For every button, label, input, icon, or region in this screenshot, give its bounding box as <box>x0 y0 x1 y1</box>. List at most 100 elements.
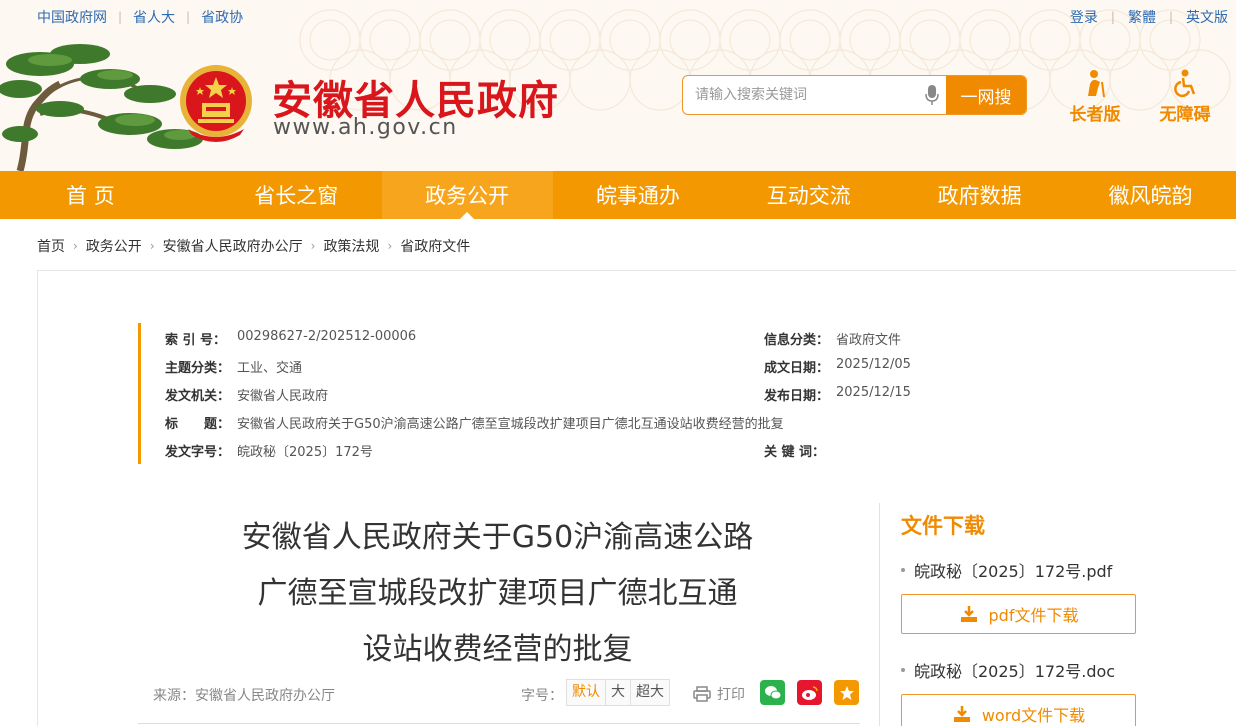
meta-value: 2025/12/05 <box>836 357 911 372</box>
sidebar-divider <box>879 503 880 726</box>
downloads-title: 文件下载 <box>901 514 985 538</box>
nav-culture[interactable]: 徽风皖韵 <box>1065 171 1236 219</box>
wheelchair-icon <box>1174 69 1196 98</box>
meta-label: 发文字号： <box>165 445 231 460</box>
wechat-share-icon[interactable] <box>760 680 785 705</box>
meta-label: 信息分类： <box>764 333 830 348</box>
nav-interaction[interactable]: 互动交流 <box>723 171 894 219</box>
print-button[interactable]: 打印 <box>693 684 745 704</box>
breadcrumb-item[interactable]: 政务公开 <box>86 236 142 256</box>
meta-value: 安徽省人民政府 <box>237 389 329 404</box>
breadcrumb-item[interactable]: 省政府文件 <box>400 236 470 256</box>
bullet-icon <box>901 668 905 672</box>
main-nav: 首 页 省长之窗 政务公开 皖事通办 互动交流 政府数据 徽风皖韵 <box>0 171 1236 219</box>
font-size-selector: 默认 大 超大 <box>566 679 670 706</box>
separator: | <box>1168 10 1173 24</box>
download-icon <box>953 706 970 722</box>
search-box: 一网搜 <box>682 75 1027 115</box>
chevron-right-icon: › <box>73 239 78 253</box>
font-size-xlarge[interactable]: 超大 <box>631 680 669 705</box>
font-size-large[interactable]: 大 <box>606 680 631 705</box>
meta-label: 标 题： <box>165 417 231 432</box>
meta-created-date: 成文日期： 2025/12/05 <box>764 357 911 376</box>
separator: | <box>118 10 123 24</box>
meta-label: 主题分类： <box>165 361 231 376</box>
accessible-mode-button[interactable]: 无障碍 <box>1150 68 1220 125</box>
meta-value: 省政府文件 <box>836 333 902 348</box>
meta-label: 成文日期： <box>764 361 830 376</box>
download-icon <box>960 606 977 622</box>
nav-home[interactable]: 首 页 <box>0 171 211 219</box>
article-source: 来源：安徽省人民政府办公厅 <box>153 688 335 704</box>
font-size-label: 字号： <box>521 688 563 704</box>
meta-value: 安徽省人民政府关于G50沪渝高速公路广德至宣城段改扩建项目广德北互通设站收费经营… <box>237 417 784 432</box>
nav-government-data[interactable]: 政府数据 <box>894 171 1065 219</box>
weibo-share-icon[interactable] <box>797 680 822 705</box>
traditional-chinese-link[interactable]: 繁體 <box>1128 7 1156 27</box>
document-title-line: 广德至宣城段改扩建项目广德北互通 <box>257 576 738 611</box>
microphone-icon[interactable] <box>918 76 946 114</box>
elder-icon <box>1088 70 1105 98</box>
top-links: 中国政府网 | 省人大 | 省政协 <box>37 7 243 27</box>
document-title-line: 安徽省人民政府关于G50沪渝高速公路 <box>241 520 754 555</box>
document-title: 安徽省人民政府关于G50沪渝高速公路 广德至宣城段改扩建项目广德北互通 设站收费… <box>190 510 805 678</box>
download-file-name: 皖政秘〔2025〕172号.pdf <box>901 558 1112 582</box>
bullet-icon <box>901 568 905 572</box>
login-link[interactable]: 登录 <box>1070 7 1098 27</box>
print-label: 打印 <box>717 687 745 703</box>
downloads-sidebar: 文件下载 皖政秘〔2025〕172号.pdf pdf文件下载 皖政秘〔2025〕… <box>901 510 1236 726</box>
chevron-right-icon: › <box>310 239 316 253</box>
chevron-right-icon: › <box>149 239 155 253</box>
elder-mode-button[interactable]: 长者版 <box>1060 68 1130 125</box>
meta-published-date: 发布日期： 2025/12/15 <box>764 385 911 404</box>
link-china-gov[interactable]: 中国政府网 <box>37 7 107 27</box>
file-name-text: 皖政秘〔2025〕172号.doc <box>914 662 1116 681</box>
file-name-text: 皖政秘〔2025〕172号.pdf <box>914 562 1113 581</box>
printer-icon <box>693 686 711 702</box>
meta-title: 标 题： 安徽省人民政府关于G50沪渝高速公路广德至宣城段改扩建项目广德北互通设… <box>165 413 784 432</box>
meta-issuer: 发文机关： 安徽省人民政府 <box>165 385 328 404</box>
separator: | <box>186 10 191 24</box>
national-emblem-icon <box>180 65 252 142</box>
link-provincial-congress[interactable]: 省人大 <box>133 7 175 27</box>
meta-value: 工业、交通 <box>237 361 303 376</box>
meta-label: 关 键 词： <box>764 445 826 460</box>
meta-label: 发文机关： <box>165 389 231 404</box>
document-metadata: 索 引 号： 00298627-2/202512-00006 信息分类： 省政府… <box>138 323 1098 464</box>
breadcrumb: 首页 › 政务公开 › 安徽省人民政府办公厅 › 政策法规 › 省政府文件 <box>37 236 470 256</box>
user-links: 登录 | 繁體 | 英文版 <box>1070 7 1228 27</box>
nav-services[interactable]: 皖事通办 <box>553 171 724 219</box>
breadcrumb-item[interactable]: 安徽省人民政府办公厅 <box>163 236 303 256</box>
meta-value: 00298627-2/202512-00006 <box>237 329 417 344</box>
search-button[interactable]: 一网搜 <box>946 76 1026 114</box>
meta-value: 皖政秘〔2025〕172号 <box>237 445 373 460</box>
search-input[interactable] <box>683 76 918 114</box>
nav-government-affairs[interactable]: 政务公开 <box>381 171 553 219</box>
article-toolbar: 来源：安徽省人民政府办公厅 字号： 默认 大 超大 打印 <box>138 676 860 724</box>
favorite-star-icon[interactable] <box>834 680 859 705</box>
document-title-line: 设站收费经营的批复 <box>362 632 633 667</box>
font-size-default[interactable]: 默认 <box>567 680 606 705</box>
meta-label: 发布日期： <box>764 389 830 404</box>
meta-category: 信息分类： 省政府文件 <box>764 329 901 348</box>
word-download-button[interactable]: word文件下载 <box>901 694 1136 726</box>
meta-label: 索 引 号： <box>165 333 227 348</box>
nav-governor[interactable]: 省长之窗 <box>211 171 382 219</box>
chevron-right-icon: › <box>387 239 393 253</box>
site-header: 中国政府网 | 省人大 | 省政协 登录 | 繁體 | 英文版 安徽省人民政府 … <box>0 0 1236 171</box>
site-url: www.ah.gov.cn <box>273 115 458 140</box>
pdf-download-button[interactable]: pdf文件下载 <box>901 594 1136 634</box>
meta-topic: 主题分类： 工业、交通 <box>165 357 302 376</box>
elder-mode-label: 长者版 <box>1069 105 1121 125</box>
english-version-link[interactable]: 英文版 <box>1186 7 1228 27</box>
accessible-mode-label: 无障碍 <box>1159 105 1211 125</box>
link-provincial-cppcc[interactable]: 省政协 <box>201 7 243 27</box>
breadcrumb-item[interactable]: 政策法规 <box>323 236 379 256</box>
meta-index: 索 引 号： 00298627-2/202512-00006 <box>165 329 416 348</box>
breadcrumb-item[interactable]: 首页 <box>37 236 65 256</box>
separator: | <box>1110 10 1115 24</box>
download-file-name: 皖政秘〔2025〕172号.doc <box>901 658 1115 682</box>
word-download-label: word文件下载 <box>981 706 1086 725</box>
meta-value: 2025/12/15 <box>836 385 911 400</box>
pdf-download-label: pdf文件下载 <box>988 606 1079 625</box>
